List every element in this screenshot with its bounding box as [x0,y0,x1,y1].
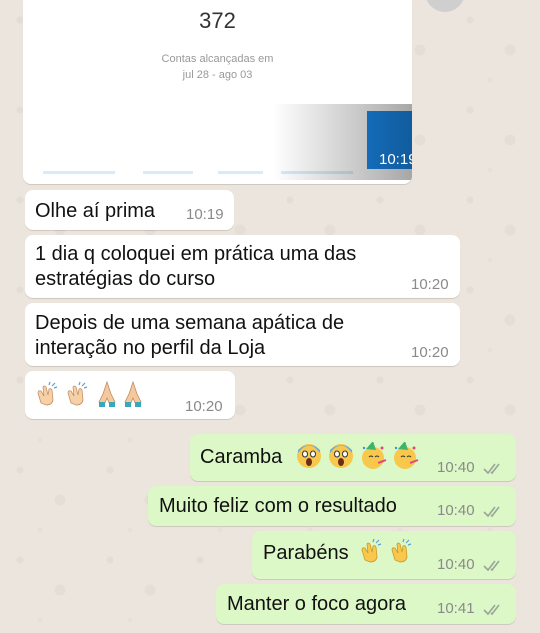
partying-face-icon [394,442,419,469]
clapping-hands-icon [392,538,412,563]
clapping-hands-icon [361,538,382,563]
incoming-message[interactable]: Olhe aí prima 10:19 [25,190,234,230]
partying-face-icon [361,442,387,469]
chart-bar [143,171,193,174]
caption-line-1: Contas alcançadas em [161,53,274,65]
chart-bar [43,171,115,174]
double-check-icon [483,506,500,518]
message-time: 10:19 [186,206,224,223]
clapping-hands-icon [68,381,88,406]
double-check-icon [483,463,500,475]
double-check-icon [483,560,500,572]
image-time-shade [273,104,412,180]
message-text: Caramba [200,446,283,468]
message-text: Muito feliz com o resultado [159,495,397,517]
incoming-message[interactable]: Depois de uma semana apática de interaçã… [25,303,460,366]
clapping-hands-icon [37,381,58,406]
double-check-icon [483,604,500,616]
outgoing-message[interactable]: Parabéns 10:40 [252,531,516,579]
message-text: Olhe aí prima [35,200,156,222]
message-time: 10:20 [411,344,449,361]
incoming-message[interactable]: 10:20 [25,371,235,419]
message-time: 10:40 [437,502,475,519]
image-message[interactable]: 372 Contas alcançadas em jul 28 - ago 03… [23,0,412,184]
message-text: Parabéns [263,542,349,564]
folded-hands-icon [124,380,142,407]
message-time: 10:19 [379,151,412,168]
message-time: 10:40 [437,556,475,573]
incoming-message[interactable]: 1 dia q coloquei em prática uma das estr… [25,235,460,298]
outgoing-message[interactable]: Caramba 10:40 [190,434,516,481]
reach-count: 372 [199,8,236,33]
screaming-face-icon [329,444,354,468]
chart-bar [218,171,263,174]
outgoing-message[interactable]: Muito feliz com o resultado 10:40 [148,486,516,526]
message-time: 10:20 [185,398,223,415]
message-time: 10:41 [437,600,475,617]
message-time: 10:20 [411,276,449,293]
outgoing-message[interactable]: Manter o foco agora 10:41 [216,584,516,624]
message-text-line-2: estratégias do curso [35,268,216,290]
caption-line-2: jul 28 - ago 03 [182,69,253,81]
screaming-face-icon [297,444,321,468]
message-text: Manter o foco agora [227,593,406,615]
message-text-line-2: interação no perfil da Loja [35,337,266,359]
folded-hands-icon [98,380,116,407]
message-time: 10:40 [437,459,475,476]
message-text-line-1: 1 dia q coloquei em prática uma das [35,243,357,265]
message-text-line-1: Depois de uma semana apática de [35,312,345,334]
